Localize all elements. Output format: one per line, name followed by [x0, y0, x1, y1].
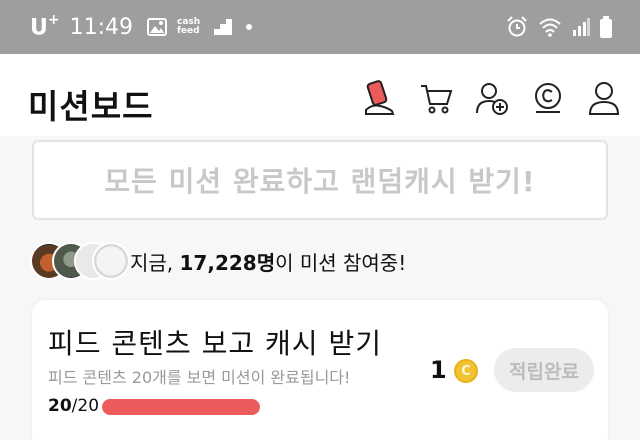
app-header: 미션보드 [0, 54, 640, 136]
cashfeed-notification-icon: cash feed [177, 17, 201, 37]
stairs-notification-icon [214, 19, 233, 36]
claim-complete-button[interactable]: 적립완료 [494, 348, 594, 392]
banner-text: 모든 미션 완료하고 랜덤캐시 받기! [104, 165, 536, 198]
battery-icon [600, 16, 612, 42]
gallery-icon [147, 18, 168, 37]
reward-amount: 1 [430, 356, 447, 384]
wifi-icon [538, 17, 562, 41]
participants-row: 지금, 17,228명이 미션 참여중! [30, 242, 406, 280]
carrier-label: U+ [30, 12, 60, 41]
mission-progress-text: 20/20 [48, 396, 100, 416]
profile-icon[interactable] [586, 80, 622, 116]
avatar [92, 242, 130, 280]
participant-avatars [30, 242, 130, 280]
add-friend-icon[interactable] [474, 80, 510, 116]
page-title: 미션보드 [28, 87, 154, 126]
mission-progress-bar [102, 399, 260, 415]
participants-status: 지금, 17,228명이 미션 참여중! [130, 250, 407, 275]
status-bar: U+ 11:49 cash feed [0, 0, 640, 54]
card-icon[interactable] [362, 80, 398, 116]
coin-icon: C [454, 359, 478, 383]
cart-icon[interactable] [418, 80, 454, 116]
mission-title: 피드 콘텐츠 보고 캐시 받기 [48, 327, 382, 360]
clock: 11:49 [69, 14, 134, 40]
mission-card[interactable]: 피드 콘텐츠 보고 캐시 받기 피드 콘텐츠 20개를 보면 미션이 완료됩니다… [32, 300, 608, 440]
more-notifications-dot-icon [246, 24, 253, 31]
alarm-icon [506, 16, 528, 42]
coin-c-icon[interactable] [530, 80, 566, 116]
mission-description: 피드 콘텐츠 20개를 보면 미션이 완료됩니다! [48, 368, 351, 387]
signal-icon [572, 18, 590, 40]
mission-progress-fill [102, 399, 260, 415]
participant-count: 17,228명 [179, 250, 276, 275]
random-cash-banner[interactable]: 모든 미션 완료하고 랜덤캐시 받기! [32, 140, 608, 220]
